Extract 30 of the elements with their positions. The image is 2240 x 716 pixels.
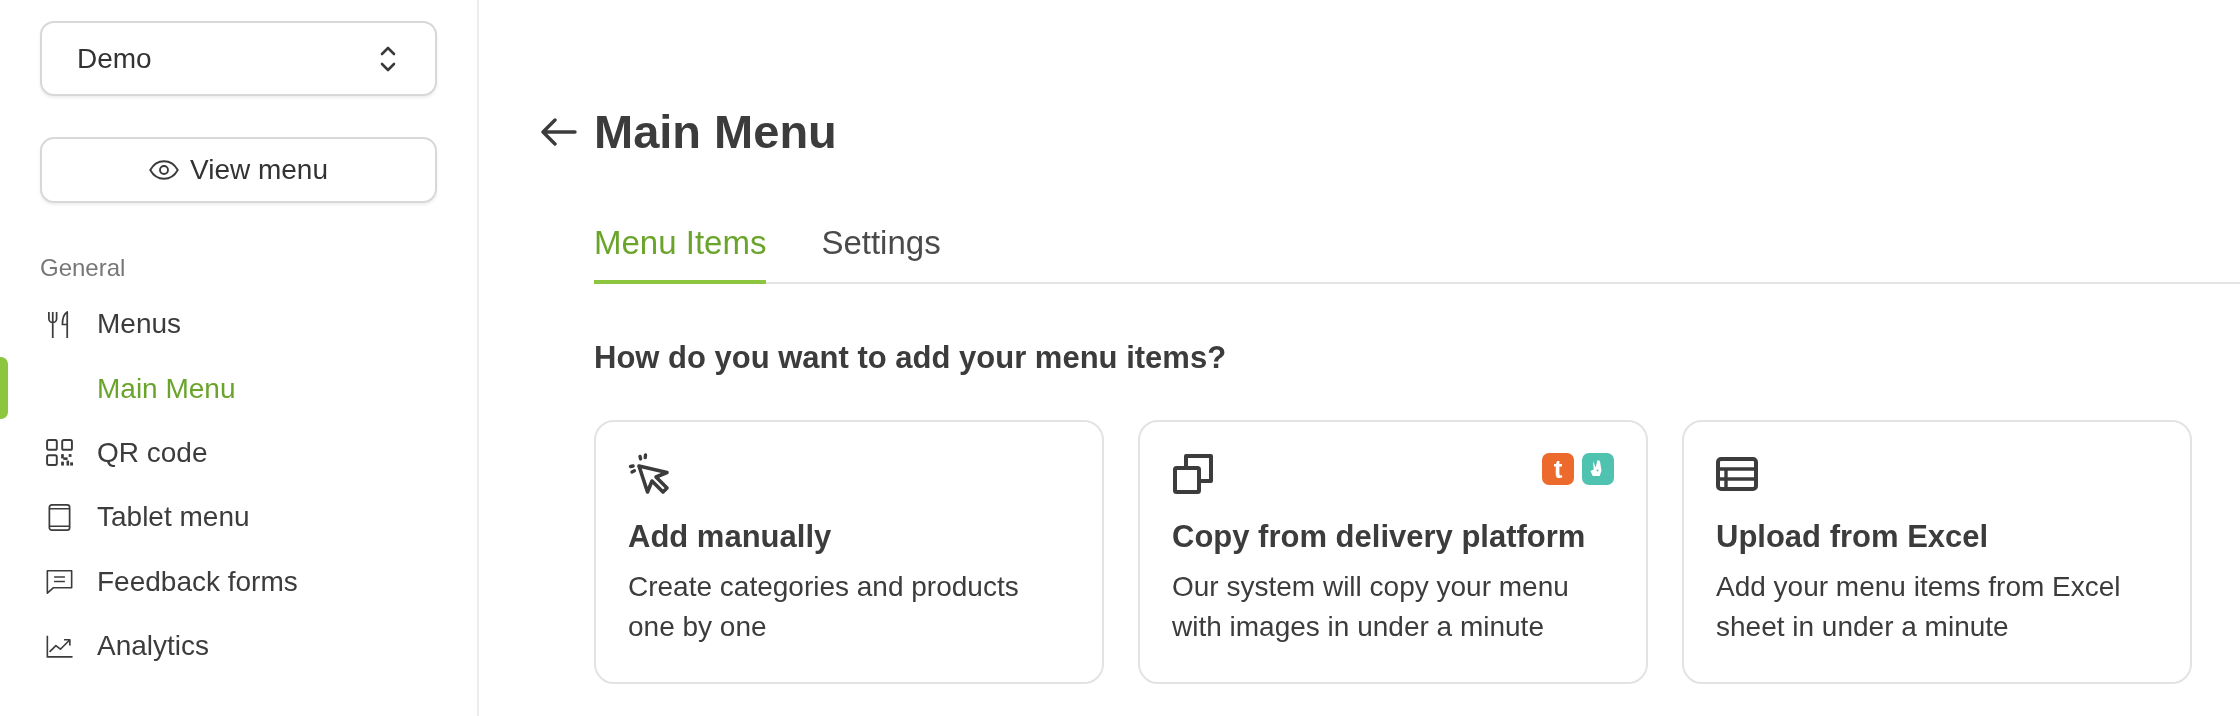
chevron-updown-icon xyxy=(380,45,396,72)
eye-icon xyxy=(149,160,179,180)
option-title: Add manually xyxy=(628,519,832,555)
nav-item[interactable]: Analytics xyxy=(0,613,437,679)
back-arrow-icon[interactable] xyxy=(541,118,577,146)
cursor-click-icon xyxy=(628,453,670,495)
copy-icon xyxy=(1172,453,1214,495)
nav-item[interactable]: QR code xyxy=(0,420,437,486)
platform-badge: t xyxy=(1542,453,1574,485)
chat-bubble-icon xyxy=(46,568,73,596)
nav-item[interactable]: Menus xyxy=(0,292,437,357)
page-title: Main Menu xyxy=(594,104,837,160)
section-label: General xyxy=(40,253,126,283)
option-card[interactable]: Upload from Excel Add your menu items from Excel sheet in under a minute xyxy=(1682,420,2192,684)
option-description: Create categories and products one by one xyxy=(628,570,1020,644)
option-description: Add your menu items from Excel sheet in under a minute xyxy=(1716,570,2122,644)
view-menu-button[interactable]: View menu xyxy=(40,137,437,203)
active-indicator xyxy=(0,357,8,420)
question-heading: How do you want to add your menu items? xyxy=(594,339,1227,377)
option-card[interactable]: t Copy from delivery platform Our system will copy your menu with images in under a minute xyxy=(1138,420,1648,684)
tab[interactable]: Settings xyxy=(821,224,941,284)
nav-item[interactable]: Feedback forms xyxy=(0,549,437,614)
option-title: Upload from Excel xyxy=(1716,519,1989,555)
nav-item[interactable]: Tablet menu xyxy=(0,485,437,550)
option-card[interactable]: Add manually Create categories and products one by one xyxy=(594,420,1104,684)
option-description: Our system will copy your menu with images in under a minute xyxy=(1172,570,1570,644)
dropdown-select[interactable]: Demo xyxy=(40,21,437,96)
option-title: Copy from delivery platform xyxy=(1172,519,1586,555)
qr-code-icon xyxy=(46,439,73,467)
tablet-icon xyxy=(46,503,73,531)
